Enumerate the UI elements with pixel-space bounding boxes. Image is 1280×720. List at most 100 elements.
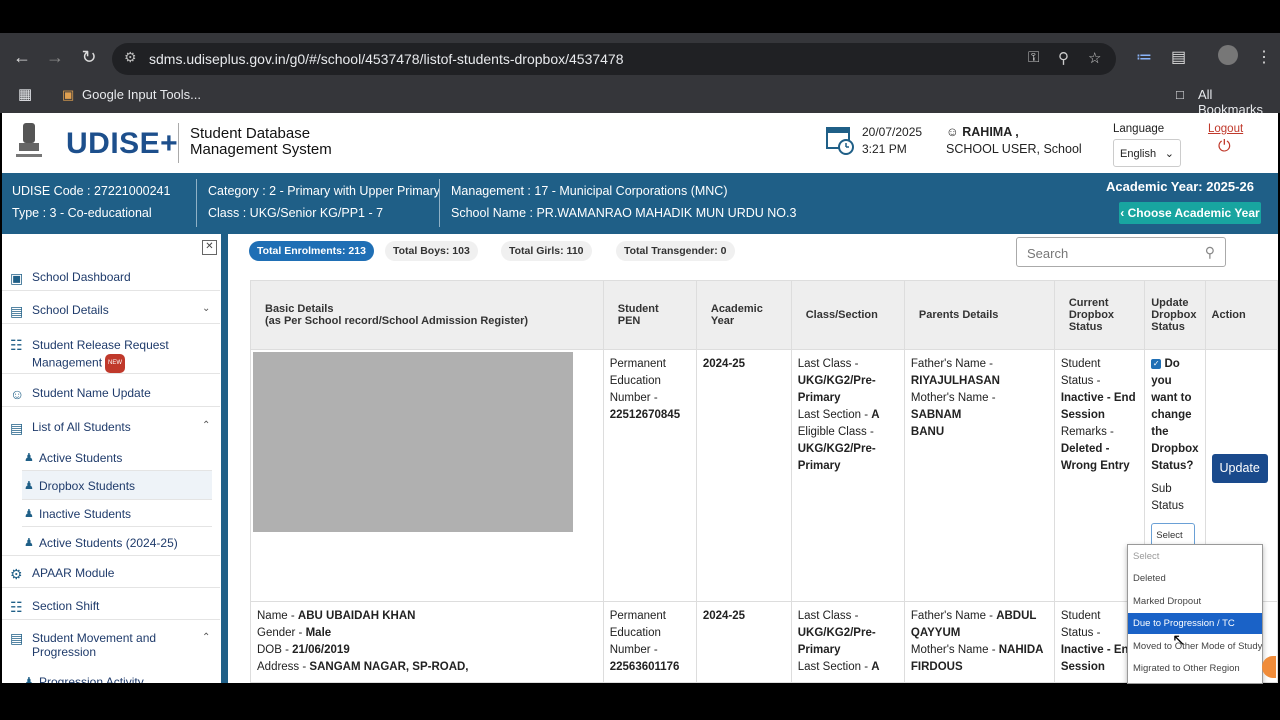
sidebar-item-label: Student Name Update bbox=[32, 386, 151, 400]
close-sidebar-icon[interactable]: ✕ bbox=[202, 240, 217, 255]
logout-link[interactable]: Logout bbox=[1208, 123, 1243, 135]
bookmark-google-input-tools[interactable]: Google Input Tools... bbox=[82, 87, 201, 102]
header-text: PEN bbox=[617, 315, 641, 327]
forward-icon[interactable]: → bbox=[43, 45, 67, 69]
site-settings-icon[interactable]: ⚙ bbox=[124, 49, 137, 66]
dropdown-option-deleted[interactable]: Deleted bbox=[1128, 568, 1262, 589]
year-cell: 2024-25 bbox=[695, 349, 792, 602]
all-bookmarks-folder-icon: □ bbox=[1176, 87, 1184, 102]
label: Status bbox=[1151, 500, 1184, 512]
language-select[interactable]: English ⌄ bbox=[1113, 139, 1181, 167]
total-enrolments-badge[interactable]: Total Enrolments: 213 bbox=[249, 241, 374, 261]
current-date: 20/07/2025 bbox=[862, 125, 923, 139]
dropdown-option-due-to-progression[interactable]: Due to Progression / TC bbox=[1128, 613, 1262, 634]
label: Father's Name - bbox=[910, 610, 993, 622]
band-divider bbox=[196, 179, 197, 227]
pen-label: Education bbox=[609, 627, 661, 639]
total-girls-badge[interactable]: Total Girls: 110 bbox=[501, 241, 592, 261]
value: Deleted - bbox=[1060, 443, 1110, 455]
school-management: Management : 17 - Municipal Corporations… bbox=[451, 184, 728, 198]
dropdown-option-marked-dropout[interactable]: Marked Dropout bbox=[1128, 591, 1262, 612]
choose-academic-year-button[interactable]: ‹ Choose Academic Year bbox=[1119, 202, 1261, 224]
power-icon[interactable]: ⏻ bbox=[1218, 138, 1231, 156]
divider bbox=[22, 499, 212, 500]
user-info: ☺ RAHIMA , SCHOOL USER, School bbox=[946, 124, 1082, 158]
value: SABNAM bbox=[910, 409, 962, 421]
total-boys-badge[interactable]: Total Boys: 103 bbox=[385, 241, 478, 261]
sidebar-subitem-label: Inactive Students bbox=[39, 507, 132, 521]
language-value: English bbox=[1120, 148, 1157, 160]
header-text: Update bbox=[1151, 297, 1189, 309]
reload-icon[interactable]: ↻ bbox=[77, 45, 101, 69]
academic-year: Academic Year: 2025-26 bbox=[1106, 179, 1254, 194]
value: Wrong Entry bbox=[1060, 460, 1130, 472]
divider bbox=[2, 406, 220, 407]
bookmark-star-icon[interactable]: ☆ bbox=[1088, 49, 1101, 67]
header-text: Basic Details bbox=[265, 303, 334, 315]
col-class-section: Class/Section bbox=[790, 280, 905, 350]
update-button[interactable]: Update bbox=[1211, 454, 1268, 483]
change-status-checkbox[interactable]: ✓ bbox=[1151, 359, 1162, 369]
pen-value: 22512670845 bbox=[609, 409, 681, 421]
header-text: Dropbox bbox=[1068, 309, 1115, 321]
label: Status - bbox=[1060, 375, 1101, 387]
translate-extension-icon[interactable]: ≔ bbox=[1136, 47, 1152, 67]
list-icon: ▤ bbox=[10, 420, 24, 436]
zoom-icon[interactable]: ⚲ bbox=[1058, 49, 1069, 67]
sidebar-item-label-2: Progression bbox=[32, 645, 97, 659]
password-key-icon[interactable]: ⚿ bbox=[1028, 49, 1039, 66]
value: BANU bbox=[910, 426, 945, 438]
sidebar-subitem-dropbox-students[interactable]: ♟ Dropbox Students bbox=[22, 471, 212, 499]
extensions-icon[interactable]: ▤ bbox=[1171, 47, 1186, 67]
folder-icon: ▣ bbox=[62, 87, 75, 102]
language-label: Language bbox=[1113, 123, 1165, 135]
col-basic-details: Basic Details (as Per School record/Schoo… bbox=[250, 280, 604, 350]
back-icon[interactable]: ← bbox=[10, 45, 34, 69]
sidebar-scrollbar[interactable] bbox=[221, 234, 228, 683]
user-icon: ☺ bbox=[946, 125, 959, 139]
label: Eligible Class - bbox=[797, 426, 874, 438]
person-icon: ♟ bbox=[24, 452, 34, 464]
sidebar-item-label: Student Release Request bbox=[32, 338, 169, 352]
total-transgender-badge[interactable]: Total Transgender: 0 bbox=[616, 241, 735, 261]
basic-details-cell: Name - ABU UBAIDAH KHAN Gender - Male DOB … bbox=[250, 601, 604, 683]
divider bbox=[2, 619, 220, 620]
bookmarks-bar: ▦ ▣ Google Input Tools... □ All Bookmark… bbox=[0, 81, 1280, 117]
col-update-dropbox-status: Update Dropbox Status bbox=[1144, 280, 1206, 350]
label: Gender - bbox=[257, 627, 303, 639]
movement-icon: ▤ bbox=[10, 630, 24, 646]
school-type: Type : 3 - Co-educational bbox=[12, 206, 152, 220]
search-icon[interactable]: ⚲ bbox=[1205, 244, 1215, 261]
dropdown-option-migrated[interactable]: Migrated to Other Region bbox=[1128, 658, 1262, 679]
udise-logo[interactable]: UDISE+ bbox=[66, 127, 178, 161]
dropdown-option-select[interactable]: Select bbox=[1128, 546, 1262, 567]
sidebar-subitem-label: Active Students (2024-25) bbox=[39, 536, 178, 550]
choose-academic-year-label: Choose Academic Year bbox=[1127, 206, 1260, 220]
menu-icon[interactable]: ⋮ bbox=[1256, 47, 1272, 67]
table-header-row: Basic Details (as Per School record/Schoo… bbox=[250, 280, 1278, 350]
dashboard-icon: ▣ bbox=[10, 270, 24, 286]
header-divider bbox=[178, 123, 179, 163]
date-time: 20/07/2025 3:21 PM bbox=[862, 124, 922, 158]
header-text: Academic bbox=[710, 303, 763, 315]
apps-grid-icon[interactable]: ▦ bbox=[18, 85, 32, 103]
app-title: Student Database Management System bbox=[190, 126, 332, 158]
value: ABDUL bbox=[996, 610, 1037, 622]
pen-cell: Permanent Education Number - 22563601176 bbox=[602, 601, 697, 683]
user-edit-icon: ☺ bbox=[10, 386, 25, 402]
pen-cell: Permanent Education Number - 22512670845 bbox=[602, 349, 697, 602]
label: Remarks - bbox=[1060, 426, 1114, 438]
divider bbox=[22, 526, 212, 527]
address-bar[interactable]: ⚙ sdms.udiseplus.gov.in/g0/#/school/4537… bbox=[112, 43, 1116, 75]
pen-label: Permanent bbox=[609, 358, 666, 370]
label: Last Section - bbox=[797, 661, 869, 673]
dropdown-option-moved-to-other-mode[interactable]: Moved to Other Mode of Study bbox=[1128, 636, 1262, 657]
label: DOB - bbox=[257, 644, 289, 656]
sub-status-value: Select bbox=[1156, 530, 1183, 541]
search-input[interactable]: Search ⚲ bbox=[1016, 237, 1226, 267]
question-text: the bbox=[1151, 426, 1169, 438]
class-cell: Last Class - UKG/KG2/Pre- Primary Last Sect… bbox=[790, 349, 905, 602]
school-name: School Name : PR.WAMANRAO MAHADIK MUN UR… bbox=[451, 206, 797, 220]
chevron-left-icon: ‹ bbox=[1120, 206, 1125, 220]
profile-avatar[interactable] bbox=[1218, 45, 1238, 65]
